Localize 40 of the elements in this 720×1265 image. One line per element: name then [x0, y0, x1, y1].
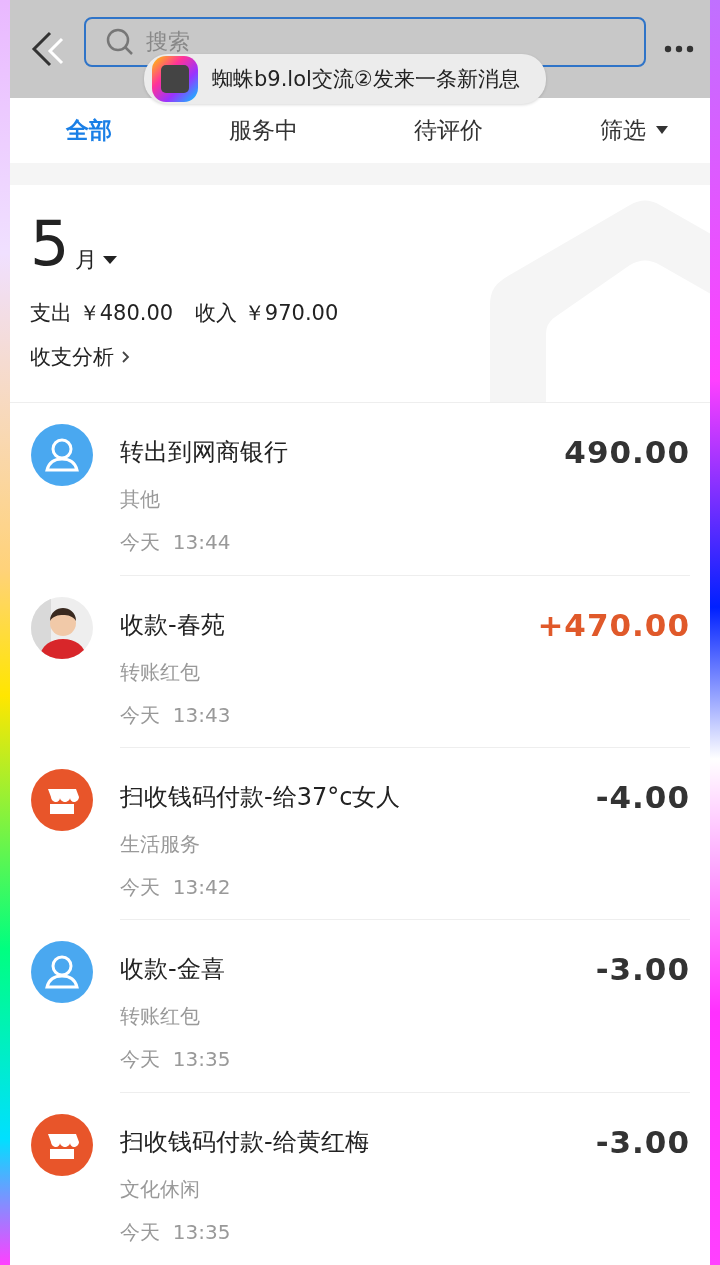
transaction-time: 今天 13:35 — [120, 1218, 232, 1246]
user-icon — [31, 941, 93, 1004]
search-icon — [106, 27, 134, 56]
tab[interactable]: 待评价 — [414, 108, 484, 152]
transaction-amount: +470.00 — [537, 606, 690, 643]
transaction-category: 转账红包 — [120, 658, 201, 686]
transaction-amount: -3.00 — [595, 1123, 690, 1160]
transaction-category: 其他 — [120, 486, 161, 514]
analysis-link[interactable]: 收支分析 — [30, 343, 130, 372]
caret-icon — [103, 256, 118, 265]
tab[interactable]: 服务中 — [228, 108, 298, 152]
transaction-title: 转出到网商银行 — [120, 437, 288, 469]
shop-icon — [31, 769, 93, 831]
transaction-category: 生活服务 — [120, 831, 201, 858]
more-icon[interactable] — [664, 44, 694, 53]
notification-text: 蜘蛛b9.lol交流②发来一条新消息 — [212, 66, 520, 93]
chevron-icon — [122, 351, 130, 364]
transaction-title: 扫收钱码付款-给37°c女人 — [120, 782, 401, 813]
notification-toast[interactable]: 蜘蛛b9.lol交流②发来一条新消息 — [144, 54, 546, 104]
user-icon — [31, 424, 93, 487]
caret-icon — [655, 126, 668, 135]
transaction-amount: -3.00 — [595, 951, 690, 988]
transaction-time: 今天 13:44 — [120, 529, 232, 557]
transaction-title: 收款-金喜 — [120, 954, 225, 986]
filter-button[interactable]: 筛选 — [599, 108, 668, 152]
transaction-time: 今天 13:42 — [120, 874, 232, 901]
income-total: 收入 ￥970.00 — [195, 300, 339, 328]
transaction-time: 今天 13:43 — [120, 701, 232, 729]
transaction-category: 转账红包 — [120, 1003, 201, 1031]
transaction-amount: 490.00 — [564, 434, 690, 471]
month-selector[interactable]: 5 月 — [30, 213, 118, 276]
transaction-category: 文化休闲 — [120, 1175, 201, 1203]
expense-total: 支出 ￥480.00 — [30, 300, 174, 328]
transaction-amount: -4.00 — [595, 779, 690, 815]
transaction-title: 扫收钱码付款-给黄红梅 — [120, 1126, 369, 1158]
transaction-title: 收款-春苑 — [120, 609, 225, 641]
transaction-time: 今天 13:35 — [120, 1046, 232, 1074]
app-icon — [152, 56, 198, 102]
shop-icon — [31, 1113, 93, 1176]
tab[interactable]: 全部 — [66, 108, 112, 152]
